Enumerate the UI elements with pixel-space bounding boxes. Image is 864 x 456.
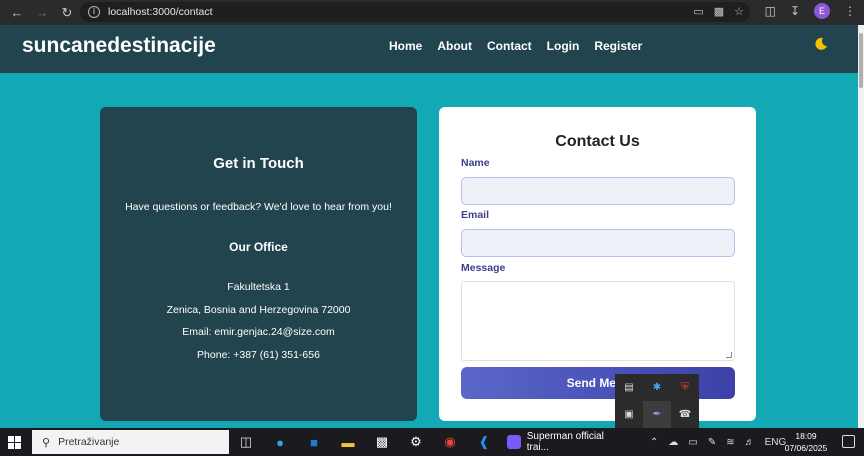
menu-kebab-icon[interactable]: ⋮ — [844, 4, 856, 18]
get-in-touch-card: Get in Touch Have questions or feedback?… — [100, 107, 417, 421]
moon-icon[interactable] — [814, 37, 828, 51]
profile-avatar[interactable]: E — [814, 3, 830, 19]
download-icon[interactable]: ↧ — [790, 4, 800, 18]
extensions-icon[interactable]: ◫ — [765, 4, 776, 18]
tray-overflow-popup: ▤ ✱ ⛨ ▣ ✒ ☎ — [615, 374, 699, 428]
bookmark-star-icon[interactable]: ☆ — [734, 5, 744, 18]
volume-icon[interactable]: ♬ — [745, 437, 755, 448]
nav-home[interactable]: Home — [389, 39, 422, 53]
edge-icon[interactable]: ● — [263, 428, 297, 456]
task-view-icon[interactable]: ◫ — [229, 428, 263, 456]
translate-icon[interactable]: ▩ — [714, 5, 724, 18]
nav-about[interactable]: About — [437, 39, 472, 53]
name-field[interactable] — [461, 177, 735, 205]
wifi-icon[interactable]: ≋ — [726, 437, 734, 448]
settings-gear-icon[interactable]: ⚙ — [399, 428, 433, 456]
message-label: Message — [461, 262, 506, 274]
clock-date: 07/06/2025 — [784, 443, 828, 453]
contact-form-card: Contact Us Name Email Message Send Mess — [439, 107, 756, 421]
clock-time: 18:09 — [795, 431, 817, 441]
taskbar-app-title: Superman official trai... — [526, 431, 604, 453]
taskbar-app-superman[interactable]: Superman official trai... — [507, 431, 627, 453]
address-line-2: Zenica, Bosnia and Herzegovina 72000 — [166, 304, 351, 316]
windows-start-icon[interactable] — [0, 428, 28, 456]
tray-chevron-icon[interactable]: ⌃ — [650, 437, 658, 448]
windows-taskbar: ⚲ Pretraživanje ◫ ● ■ ▬ ▩ ⚙ ◉ ❰ Superman… — [0, 428, 864, 456]
bluetooth-icon[interactable]: ✱ — [643, 374, 671, 401]
site-header: suncanedestinacije Home About Contact Lo… — [0, 25, 858, 73]
contact-form-title: Contact Us — [555, 133, 640, 150]
main-nav: Home About Contact Login Register — [389, 39, 642, 53]
meet-now-icon[interactable]: ☎ — [671, 401, 699, 428]
chrome-icon[interactable]: ◉ — [433, 428, 467, 456]
store-icon[interactable]: ▩ — [365, 428, 399, 456]
chat-icon[interactable]: ▤ — [615, 374, 643, 401]
site-info-icon[interactable]: i — [88, 6, 100, 18]
message-field[interactable] — [461, 281, 735, 361]
email-field[interactable] — [461, 229, 735, 257]
brand-logo[interactable]: suncanedestinacije — [22, 34, 216, 58]
video-app-icon — [507, 435, 521, 449]
page-scrollbar[interactable] — [858, 25, 864, 428]
resize-handle-icon[interactable] — [726, 352, 732, 358]
scroll-thumb[interactable] — [859, 33, 863, 88]
browser-toolbar: ← → ↻ i localhost:3000/contact ▭ ▩ ☆ ◫ ↧… — [0, 0, 864, 25]
pen-icon[interactable]: ✒ — [643, 401, 671, 428]
get-in-touch-title: Get in Touch — [213, 155, 304, 172]
outlook-icon[interactable]: ■ — [297, 428, 331, 456]
office-phone: Phone: +387 (61) 351-656 — [197, 349, 320, 361]
name-label: Name — [461, 157, 490, 169]
email-label: Email — [461, 209, 490, 221]
address-line-1: Fakultetska 1 — [227, 281, 290, 293]
address-bar[interactable]: i localhost:3000/contact ▭ ▩ ☆ — [80, 2, 750, 22]
forward-icon[interactable]: → — [34, 5, 50, 21]
taskbar-clock[interactable]: 18:09 07/06/2025 — [782, 430, 830, 454]
back-icon[interactable]: ← — [9, 5, 25, 21]
url-text[interactable]: localhost:3000/contact — [108, 6, 213, 18]
install-app-icon[interactable]: ▭ — [693, 5, 703, 18]
nav-login[interactable]: Login — [547, 39, 580, 53]
file-explorer-icon[interactable]: ▬ — [331, 428, 365, 456]
vscode-icon[interactable]: ❰ — [467, 428, 501, 456]
notification-icon[interactable] — [842, 435, 855, 448]
office-email: Email: emir.genjac.24@size.com — [182, 326, 335, 338]
taskbar-search[interactable]: ⚲ Pretraživanje — [32, 430, 229, 454]
onedrive-icon[interactable]: ☁ — [668, 437, 678, 448]
get-in-touch-lead: Have questions or feedback? We'd love to… — [125, 201, 392, 213]
nav-register[interactable]: Register — [594, 39, 642, 53]
office-title: Our Office — [229, 240, 288, 254]
security-shield-icon[interactable]: ⛨ — [671, 374, 699, 401]
battery-icon[interactable]: ▭ — [688, 437, 697, 448]
input-method-icon[interactable]: ▣ — [615, 401, 643, 428]
reload-icon[interactable]: ↻ — [59, 5, 75, 21]
search-icon: ⚲ — [42, 436, 51, 449]
pen-tray-icon[interactable]: ✎ — [708, 437, 716, 448]
search-placeholder: Pretraživanje — [58, 436, 120, 448]
nav-contact[interactable]: Contact — [487, 39, 532, 53]
